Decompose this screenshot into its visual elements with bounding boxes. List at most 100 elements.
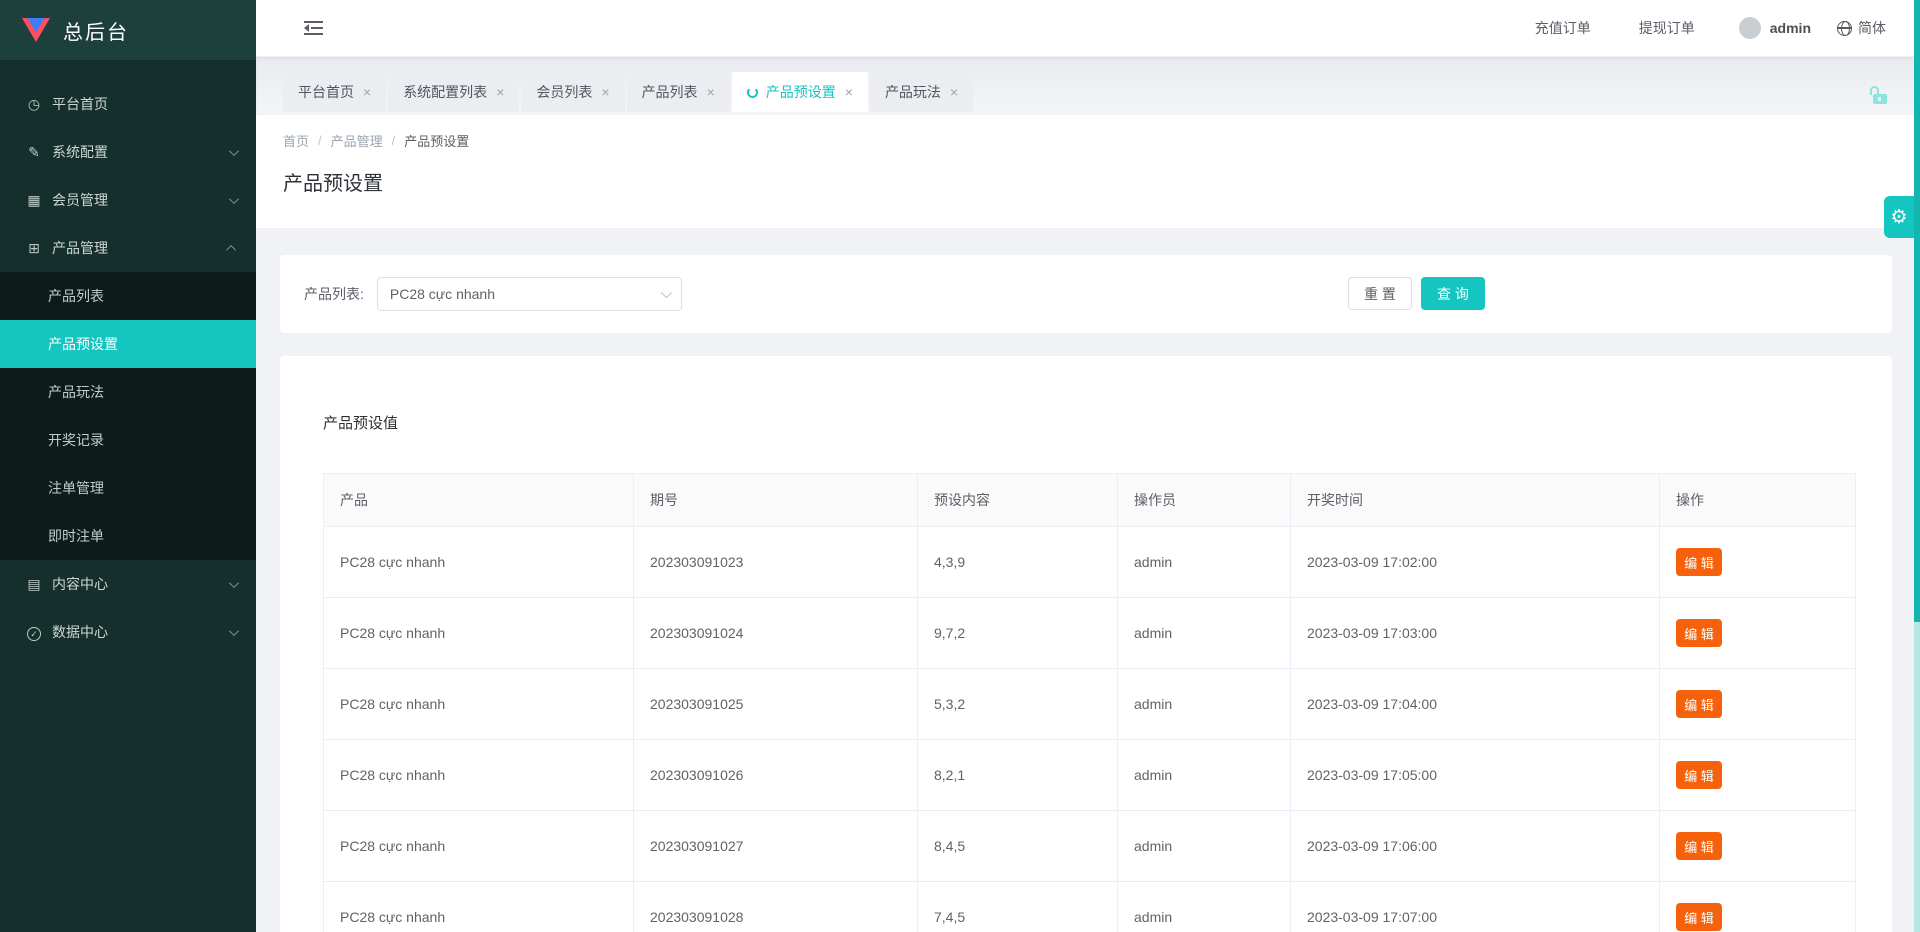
edit-icon: ✎ bbox=[26, 144, 42, 161]
cell-draw-time: 2023-03-09 17:03:00 bbox=[1291, 598, 1660, 669]
close-icon[interactable]: × bbox=[496, 84, 504, 100]
close-icon[interactable]: × bbox=[707, 84, 715, 100]
chevron-down-icon bbox=[229, 578, 239, 588]
sidebar-item-product-management[interactable]: ⊞ 产品管理 bbox=[0, 224, 256, 272]
reset-button[interactable]: 重 置 bbox=[1348, 277, 1412, 310]
cell-operator: admin bbox=[1118, 740, 1291, 811]
edit-button[interactable]: 编 辑 bbox=[1676, 832, 1722, 860]
cell-preset: 9,7,2 bbox=[918, 598, 1118, 669]
chevron-up-icon bbox=[226, 244, 236, 254]
tab-label: 产品预设置 bbox=[766, 82, 836, 102]
tab-label: 会员列表 bbox=[536, 82, 592, 102]
sidebar-item-label: 内容中心 bbox=[52, 574, 108, 594]
cell-operator: admin bbox=[1118, 669, 1291, 740]
tab-product-preset[interactable]: 产品预设置 × bbox=[732, 72, 868, 112]
close-icon[interactable]: × bbox=[363, 84, 371, 100]
panel-title: 产品预设值 bbox=[323, 412, 1852, 433]
collapse-sidebar-icon[interactable] bbox=[304, 21, 323, 35]
submenu-item-label: 产品玩法 bbox=[48, 382, 104, 402]
edit-button[interactable]: 编 辑 bbox=[1676, 619, 1722, 647]
cell-product: PC28 cực nhanh bbox=[324, 740, 634, 811]
tab-system-config-list[interactable]: 系统配置列表 × bbox=[388, 72, 519, 112]
tab-product-list[interactable]: 产品列表 × bbox=[627, 72, 730, 112]
settings-drawer-button[interactable]: ⚙ bbox=[1884, 196, 1914, 238]
main-area: 充值订单 提现订单 admin 简体 平台首页 × 系统配置列表 × 会员列表 … bbox=[256, 0, 1920, 932]
unlock-icon[interactable] bbox=[1872, 86, 1888, 104]
product-select[interactable]: PC28 cực nhanh bbox=[377, 277, 682, 311]
sidebar-item-product-play[interactable]: 产品玩法 bbox=[0, 368, 256, 416]
breadcrumb-separator: / bbox=[392, 133, 396, 148]
sidebar-item-content-center[interactable]: ▤ 内容中心 bbox=[0, 560, 256, 608]
gear-icon: ⚙ bbox=[1890, 206, 1907, 229]
product-select-value: PC28 cực nhanh bbox=[390, 286, 495, 302]
product-management-submenu: 产品列表 产品预设置 产品玩法 开奖记录 注单管理 即时注单 bbox=[0, 272, 256, 560]
v-logo-icon bbox=[22, 18, 50, 42]
cell-preset: 8,2,1 bbox=[918, 740, 1118, 811]
sidebar-menu: ◷ 平台首页 ✎ 系统配置 ▦ 会员管理 ⊞ 产品管理 产品列表 产品预设置 bbox=[0, 60, 256, 656]
cell-product: PC28 cực nhanh bbox=[324, 669, 634, 740]
close-icon[interactable]: × bbox=[845, 84, 853, 100]
check-circle-icon: ✓ bbox=[26, 624, 42, 641]
table-row: PC28 cực nhanh 202303091027 8,4,5 admin … bbox=[324, 811, 1856, 882]
sidebar-item-member-management[interactable]: ▦ 会员管理 bbox=[0, 176, 256, 224]
edit-button[interactable]: 编 辑 bbox=[1676, 690, 1722, 718]
page-head: 首页 / 产品管理 / 产品预设置 产品预设置 bbox=[256, 115, 1920, 228]
tab-product-play[interactable]: 产品玩法 × bbox=[870, 72, 973, 112]
cell-issue: 202303091025 bbox=[634, 669, 918, 740]
grid-icon: ⊞ bbox=[26, 240, 42, 257]
edit-button[interactable]: 编 辑 bbox=[1676, 903, 1722, 931]
filter-card: 产品列表: PC28 cực nhanh 重 置 查 询 bbox=[280, 255, 1892, 333]
sidebar-item-product-list[interactable]: 产品列表 bbox=[0, 272, 256, 320]
cell-operator: admin bbox=[1118, 882, 1291, 932]
submenu-item-label: 即时注单 bbox=[48, 526, 104, 546]
query-button[interactable]: 查 询 bbox=[1421, 277, 1485, 310]
cell-operator: admin bbox=[1118, 598, 1291, 669]
tab-platform-home[interactable]: 平台首页 × bbox=[283, 72, 386, 112]
app-logo: 总后台 bbox=[0, 0, 256, 60]
language-switcher[interactable]: 简体 bbox=[1837, 18, 1886, 38]
close-icon[interactable]: × bbox=[601, 84, 609, 100]
cell-draw-time: 2023-03-09 17:02:00 bbox=[1291, 527, 1660, 598]
submenu-item-label: 开奖记录 bbox=[48, 430, 104, 450]
tab-label: 平台首页 bbox=[298, 82, 354, 102]
breadcrumb-product-management[interactable]: 产品管理 bbox=[331, 131, 383, 150]
cell-preset: 4,3,9 bbox=[918, 527, 1118, 598]
language-label: 简体 bbox=[1858, 18, 1886, 38]
breadcrumb: 首页 / 产品管理 / 产品预设置 bbox=[283, 131, 1920, 150]
cell-product: PC28 cực nhanh bbox=[324, 598, 634, 669]
refresh-spinner-icon bbox=[747, 87, 758, 98]
page-scrollbar-thumb[interactable] bbox=[1914, 0, 1920, 622]
sidebar-item-data-center[interactable]: ✓ 数据中心 bbox=[0, 608, 256, 656]
edit-button[interactable]: 编 辑 bbox=[1676, 548, 1722, 576]
submenu-item-label: 注单管理 bbox=[48, 478, 104, 498]
topbar: 充值订单 提现订单 admin 简体 bbox=[256, 0, 1920, 57]
app-title: 总后台 bbox=[63, 16, 129, 45]
sidebar-item-product-preset[interactable]: 产品预设置 bbox=[0, 320, 256, 368]
edit-button[interactable]: 编 辑 bbox=[1676, 761, 1722, 789]
submenu-item-label: 产品预设置 bbox=[48, 334, 118, 354]
sidebar-item-label: 会员管理 bbox=[52, 190, 108, 210]
sidebar-item-realtime-bets[interactable]: 即时注单 bbox=[0, 512, 256, 560]
page-scrollbar-track[interactable] bbox=[1914, 0, 1920, 932]
cell-issue: 202303091026 bbox=[634, 740, 918, 811]
breadcrumb-home[interactable]: 首页 bbox=[283, 131, 309, 150]
dashboard-icon: ◷ bbox=[26, 96, 42, 113]
avatar[interactable] bbox=[1739, 17, 1761, 39]
tab-member-list[interactable]: 会员列表 × bbox=[521, 72, 624, 112]
sidebar-item-label: 系统配置 bbox=[52, 142, 108, 162]
cell-draw-time: 2023-03-09 17:06:00 bbox=[1291, 811, 1660, 882]
cell-draw-time: 2023-03-09 17:07:00 bbox=[1291, 882, 1660, 932]
sidebar-item-bet-management[interactable]: 注单管理 bbox=[0, 464, 256, 512]
table-row: PC28 cực nhanh 202303091028 7,4,5 admin … bbox=[324, 882, 1856, 932]
product-list-label: 产品列表: bbox=[304, 284, 364, 304]
close-icon[interactable]: × bbox=[950, 84, 958, 100]
col-product: 产品 bbox=[324, 474, 634, 527]
sidebar-item-label: 数据中心 bbox=[52, 622, 108, 642]
breadcrumb-current: 产品预设置 bbox=[404, 131, 469, 150]
col-issue: 期号 bbox=[634, 474, 918, 527]
sidebar-item-draw-records[interactable]: 开奖记录 bbox=[0, 416, 256, 464]
sidebar-item-system-config[interactable]: ✎ 系统配置 bbox=[0, 128, 256, 176]
withdraw-orders-link[interactable]: 提现订单 bbox=[1639, 18, 1695, 38]
recharge-orders-link[interactable]: 充值订单 bbox=[1535, 18, 1591, 38]
sidebar-item-platform-home[interactable]: ◷ 平台首页 bbox=[0, 80, 256, 128]
